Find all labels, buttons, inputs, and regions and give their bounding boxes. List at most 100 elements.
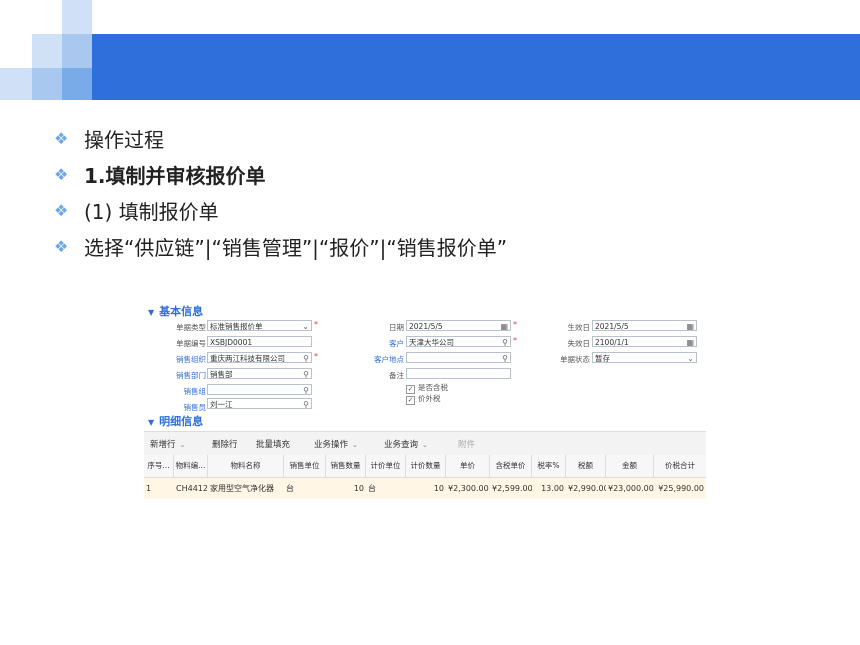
column-header[interactable]: 物料编... bbox=[174, 455, 208, 477]
header-deco-square-2 bbox=[32, 34, 62, 68]
bullet-item: ❖ 操作过程 bbox=[54, 127, 164, 152]
table-cell[interactable]: 13.00 bbox=[532, 478, 566, 499]
table-cell[interactable]: 台 bbox=[284, 478, 326, 499]
sales-dept-label[interactable]: 销售部门 bbox=[166, 370, 206, 381]
header-deco-square-6 bbox=[62, 68, 92, 100]
bullet-item: ❖ 1.填制并审核报价单 bbox=[54, 163, 266, 188]
chevron-down-icon[interactable]: ⌄ bbox=[422, 441, 428, 449]
sales-group-label[interactable]: 销售组 bbox=[166, 386, 207, 397]
sales-org-label[interactable]: 销售组织 bbox=[166, 354, 206, 365]
doc-status-select[interactable]: 暂存 ⌄ bbox=[592, 352, 697, 363]
search-icon[interactable]: ⚲ bbox=[502, 353, 508, 362]
table-cell[interactable]: CH4412 bbox=[174, 478, 208, 499]
remark-input[interactable] bbox=[406, 368, 511, 379]
sales-quote-form: ▼ 基本信息 单据类型 标准销售报价单 ⌄ * 单据编号 XSBJD0001 销售组… bbox=[144, 300, 706, 502]
salesperson-label[interactable]: 销售员 bbox=[166, 402, 207, 413]
column-header[interactable]: 计价单位 bbox=[366, 455, 406, 477]
sales-dept-input[interactable]: 销售部 ⚲ bbox=[207, 368, 312, 379]
diamond-bullet-icon: ❖ bbox=[54, 200, 69, 220]
customer-input[interactable]: 天津大华公司 ⚲ bbox=[406, 336, 511, 347]
chevron-down-icon: ⌄ bbox=[302, 322, 309, 331]
table-cell[interactable]: 1 bbox=[144, 478, 174, 499]
doc-status-label: 单据状态 bbox=[560, 355, 590, 364]
expiry-date-label: 失效日 bbox=[567, 339, 591, 348]
search-icon[interactable]: ⚲ bbox=[303, 385, 309, 394]
search-icon[interactable]: ⚲ bbox=[303, 369, 309, 378]
customer-site-label[interactable]: 客户地点 bbox=[366, 354, 404, 365]
bullet-list: ❖ 操作过程 ❖ 1.填制并审核报价单 ❖ (1) 填制报价单 ❖ 选择“供应链”|“销… bbox=[54, 120, 507, 264]
business-ops-button[interactable]: 业务操作 ⌄ bbox=[314, 438, 358, 450]
tax-excluded-checkbox[interactable]: ✓ 价外税 bbox=[406, 393, 441, 405]
diamond-bullet-icon: ❖ bbox=[54, 164, 69, 184]
column-header[interactable]: 序号... bbox=[144, 455, 174, 477]
column-header[interactable]: 销售单位 bbox=[284, 455, 326, 477]
collapse-triangle-icon: ▼ bbox=[148, 418, 155, 427]
table-cell[interactable]: ¥2,990.00 bbox=[566, 478, 606, 499]
table-cell[interactable]: ¥23,000.00 bbox=[606, 478, 654, 499]
calendar-icon[interactable]: ▦ bbox=[686, 321, 694, 330]
batch-fill-button[interactable]: 批量填充 bbox=[256, 438, 290, 450]
attachment-button[interactable]: 附件 bbox=[458, 438, 475, 450]
business-query-button[interactable]: 业务查询 ⌄ bbox=[384, 438, 428, 450]
table-cell[interactable]: 家用型空气净化器 bbox=[208, 478, 284, 499]
column-header[interactable]: 价税合计 bbox=[654, 455, 706, 477]
diamond-bullet-icon: ❖ bbox=[54, 236, 69, 256]
search-icon[interactable]: ⚲ bbox=[303, 399, 309, 408]
table-cell[interactable]: 10 bbox=[326, 478, 366, 499]
effective-date-label: 生效日 bbox=[567, 323, 591, 332]
required-star: * bbox=[314, 320, 318, 329]
date-label: 日期 bbox=[389, 323, 404, 332]
salesperson-input[interactable]: 刘一江 ⚲ bbox=[207, 398, 312, 409]
detail-toolbar: 新增行 ⌄ 删除行 批量填充 业务操作 ⌄ 业务查询 ⌄ 附件 bbox=[144, 431, 706, 456]
sales-group-input[interactable]: ⚲ bbox=[207, 384, 312, 395]
header-deco-square-4 bbox=[0, 68, 32, 100]
column-header[interactable]: 单价 bbox=[446, 455, 490, 477]
doc-no-input[interactable]: XSBJD0001 bbox=[207, 336, 312, 347]
doc-no-label: 单据编号 bbox=[176, 339, 206, 348]
basic-info-section-toggle[interactable]: ▼ 基本信息 bbox=[148, 303, 203, 319]
customer-label[interactable]: 客户 bbox=[366, 338, 404, 349]
search-icon[interactable]: ⚲ bbox=[303, 353, 309, 362]
column-header[interactable]: 金额 bbox=[606, 455, 654, 477]
date-input[interactable]: 2021/5/5 ▦ bbox=[406, 320, 511, 331]
chevron-down-icon: ⌄ bbox=[687, 354, 694, 363]
column-header[interactable]: 计价数量 bbox=[406, 455, 446, 477]
table-cell[interactable]: 台 bbox=[366, 478, 406, 499]
calendar-icon[interactable]: ▦ bbox=[500, 321, 508, 330]
table-cell[interactable]: ¥2,599.00 bbox=[490, 478, 532, 499]
column-header[interactable]: 销售数量 bbox=[326, 455, 366, 477]
header-deco-square-1 bbox=[62, 0, 92, 34]
table-cell[interactable]: 10 bbox=[406, 478, 446, 499]
calendar-icon[interactable]: ▦ bbox=[686, 337, 694, 346]
header-deco-square-3 bbox=[62, 34, 92, 68]
required-star: * bbox=[314, 352, 318, 361]
bullet-item: ❖ (1) 填制报价单 bbox=[54, 199, 219, 224]
table-cell[interactable]: ¥25,990.00 bbox=[654, 478, 706, 499]
required-star: * bbox=[513, 336, 517, 345]
table-cell[interactable]: ¥2,300.00 bbox=[446, 478, 490, 499]
check-icon: ✓ bbox=[406, 396, 415, 405]
required-star: * bbox=[513, 320, 517, 329]
remark-label: 备注 bbox=[389, 371, 404, 380]
detail-table-header: 序号... 物料编... 物料名称 销售单位 销售数量 计价单位 计价数量 单价… bbox=[144, 455, 706, 478]
bullet-item: ❖ 选择“供应链”|“销售管理”|“报价”|“销售报价单” bbox=[54, 235, 508, 260]
sales-org-input[interactable]: 重庆两江科技有限公司 ⚲ bbox=[207, 352, 312, 363]
delete-row-button[interactable]: 删除行 bbox=[212, 438, 238, 450]
table-row[interactable]: 1 CH4412 家用型空气净化器 台 10 台 10 ¥2,300.00 ¥2… bbox=[144, 478, 706, 499]
column-header[interactable]: 税额 bbox=[566, 455, 606, 477]
add-row-button[interactable]: 新增行 ⌄ bbox=[150, 438, 185, 450]
column-header[interactable]: 物料名称 bbox=[208, 455, 284, 477]
detail-info-section-toggle[interactable]: ▼ 明细信息 bbox=[148, 413, 203, 429]
header-bar bbox=[92, 34, 860, 100]
chevron-down-icon[interactable]: ⌄ bbox=[352, 441, 358, 449]
column-header[interactable]: 含税单价 bbox=[490, 455, 532, 477]
effective-date-input[interactable]: 2021/5/5 ▦ bbox=[592, 320, 697, 331]
header-deco-square-5 bbox=[32, 68, 62, 100]
doc-type-select[interactable]: 标准销售报价单 ⌄ bbox=[207, 320, 312, 331]
chevron-down-icon[interactable]: ⌄ bbox=[180, 441, 186, 449]
search-icon[interactable]: ⚲ bbox=[502, 337, 508, 346]
expiry-date-input[interactable]: 2100/1/1 ▦ bbox=[592, 336, 697, 347]
customer-site-input[interactable]: ⚲ bbox=[406, 352, 511, 363]
column-header[interactable]: 税率% bbox=[532, 455, 566, 477]
diamond-bullet-icon: ❖ bbox=[54, 128, 69, 148]
